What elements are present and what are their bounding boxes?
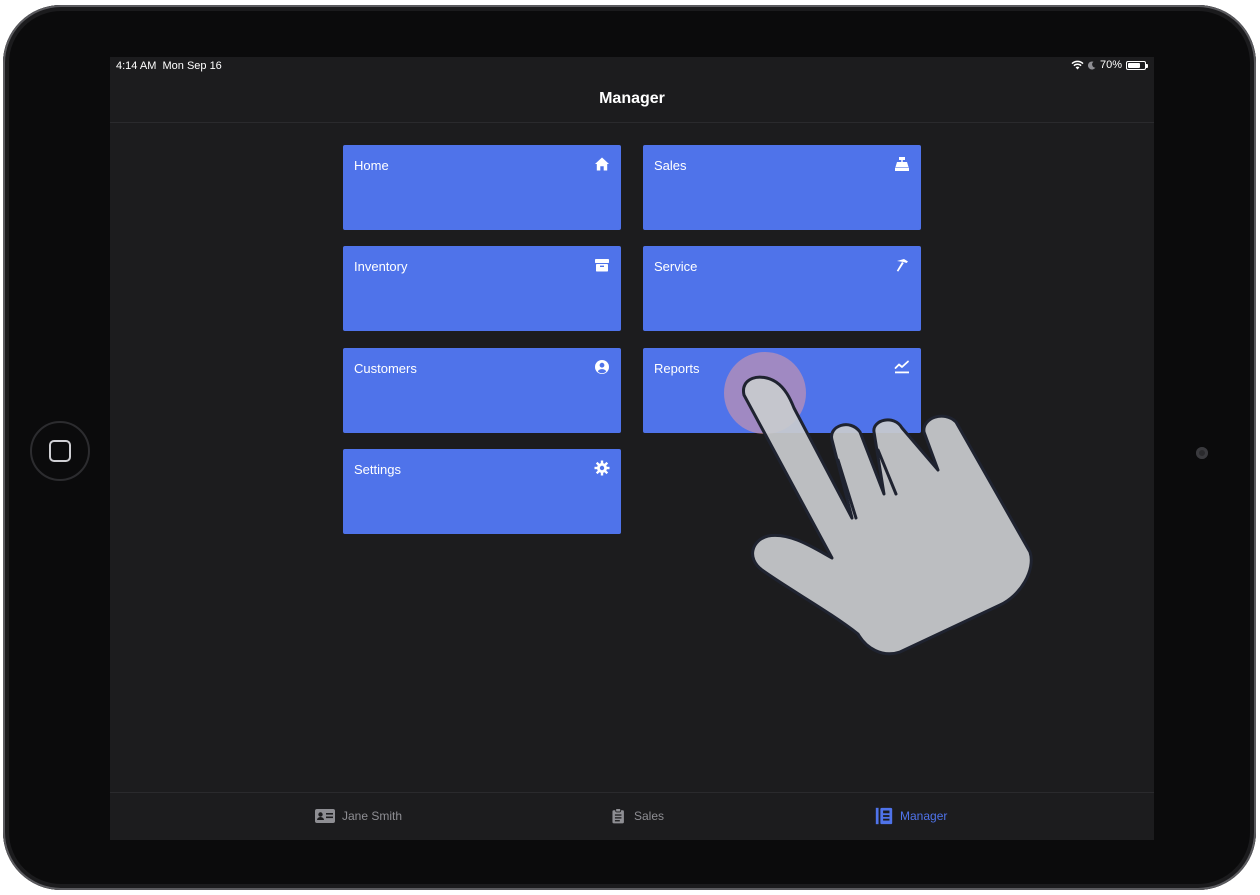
app-screen: 4:14 AM Mon Sep 16 70% Manager Home Sale… [110, 57, 1154, 840]
status-bar: 4:14 AM Mon Sep 16 70% [110, 57, 1154, 75]
wifi-icon [1071, 60, 1084, 70]
page-title: Manager [599, 89, 665, 107]
battery-icon [1126, 60, 1148, 70]
nav-bar: Manager [110, 75, 1154, 123]
tab-manager[interactable]: Manager [874, 807, 947, 825]
tab-bar: Jane Smith Sales Manager [110, 792, 1154, 840]
tile-sales-label: Sales [654, 158, 687, 173]
status-date: Mon Sep 16 [162, 60, 222, 72]
tile-service[interactable]: Service [643, 246, 921, 331]
camera-icon [1196, 447, 1208, 459]
tile-customers-label: Customers [354, 361, 417, 376]
tile-home-label: Home [354, 158, 389, 173]
tab-manager-label: Manager [900, 809, 948, 823]
cash-register-icon [895, 157, 909, 171]
chart-line-icon [894, 360, 909, 374]
tab-jane-smith-label: Jane Smith [342, 809, 403, 823]
tab-jane-smith[interactable]: Jane Smith [314, 807, 402, 825]
tile-inventory[interactable]: Inventory [343, 246, 621, 331]
user-circle-icon [595, 360, 609, 374]
home-button[interactable] [30, 421, 90, 481]
moon-icon [1087, 61, 1096, 69]
tile-sales[interactable]: Sales [643, 145, 921, 230]
tab-sales[interactable]: Sales [610, 807, 664, 825]
tile-reports-label: Reports [654, 361, 700, 376]
archive-box-icon [595, 259, 609, 272]
tile-customers[interactable]: Customers [343, 348, 621, 433]
tile-reports[interactable]: Reports [643, 348, 921, 433]
status-time: 4:14 AM [116, 60, 157, 72]
id-card-icon [315, 809, 335, 823]
tile-settings[interactable]: Settings [343, 449, 621, 534]
tile-home[interactable]: Home [343, 145, 621, 230]
gear-icon [594, 460, 610, 476]
hammer-icon [896, 259, 908, 272]
clipboard-icon [612, 808, 624, 824]
manager-book-icon [875, 807, 893, 825]
home-button-square-icon [49, 440, 71, 462]
tile-service-label: Service [654, 259, 698, 274]
home-icon [595, 157, 609, 171]
tile-settings-label: Settings [354, 462, 401, 477]
status-right: 70% [1071, 59, 1148, 71]
tile-inventory-label: Inventory [354, 259, 408, 274]
tab-sales-label: Sales [634, 809, 665, 823]
battery-percent: 70% [1099, 59, 1122, 71]
